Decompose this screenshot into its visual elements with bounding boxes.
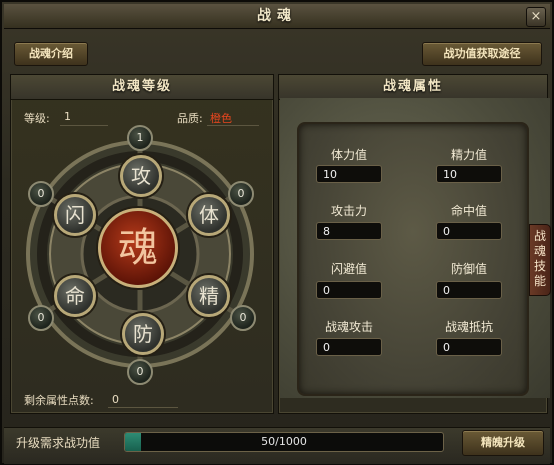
remaining-points-label: 剩余属性点数: <box>24 394 94 407</box>
merit-progress-text: 50/1000 <box>261 435 307 448</box>
attr-spirit-resist-label: 战魂抵抗 <box>444 320 493 334</box>
attr-stamina-label: 体力值 <box>330 148 367 162</box>
quality-label: 品质: <box>177 112 203 125</box>
attr-energy-value: 10 <box>436 165 502 183</box>
orb-defense[interactable]: 防 <box>122 313 164 355</box>
orb-attack[interactable]: 攻 <box>120 155 162 197</box>
level-label: 等级: <box>24 112 50 125</box>
spirit-window: 战魂 × 战魂介绍 战功值获取途径 战魂等级 等级: 1 品质: 橙色 魂 攻 … <box>0 0 554 465</box>
count-dodge: 0 <box>28 181 54 207</box>
attr-attack-value: 8 <box>316 222 382 240</box>
upgrade-requirement-label: 升级需求战功值 <box>16 436 101 450</box>
window-title: 战魂 <box>257 8 297 24</box>
merit-progress-bar: 50/1000 <box>124 432 444 452</box>
spirit-intro-button[interactable]: 战魂介绍 <box>14 42 88 66</box>
orb-stamina[interactable]: 体 <box>188 194 230 236</box>
level-value: 1 <box>64 110 71 123</box>
remaining-points-value: 0 <box>112 393 119 406</box>
attr-spirit-attack-label: 战魂攻击 <box>324 320 373 334</box>
attr-defense-label: 防御值 <box>450 262 487 276</box>
attr-hit-value: 0 <box>436 222 502 240</box>
count-defense: 0 <box>127 359 153 385</box>
orb-energy[interactable]: 精 <box>188 275 230 317</box>
attr-stamina-value: 10 <box>316 165 382 183</box>
spirit-core-orb: 魂 <box>98 208 178 288</box>
close-button[interactable]: × <box>526 7 546 27</box>
count-hit: 0 <box>28 305 54 331</box>
upgrade-button[interactable]: 精魄升级 <box>462 430 544 456</box>
window-titlebar: 战魂 × <box>4 4 550 29</box>
merit-source-button[interactable]: 战功值获取途径 <box>422 42 542 66</box>
count-stamina: 0 <box>228 181 254 207</box>
attr-dodge-label: 闪避值 <box>330 262 367 276</box>
attr-spirit-attack-value: 0 <box>316 338 382 356</box>
count-energy: 0 <box>230 305 256 331</box>
attr-spirit-resist-value: 0 <box>436 338 502 356</box>
attribute-panel-title: 战魂属性 <box>279 75 547 100</box>
attr-energy-label: 精力值 <box>450 148 487 162</box>
attr-dodge-value: 0 <box>316 281 382 299</box>
quality-value: 橙色 <box>210 112 232 125</box>
attr-defense-value: 0 <box>436 281 502 299</box>
remaining-underline <box>108 407 178 408</box>
orb-dodge[interactable]: 闪 <box>54 194 96 236</box>
spirit-skill-tab[interactable]: 战魂技能 <box>529 224 551 296</box>
attr-hit-label: 命中值 <box>450 204 487 218</box>
level-panel-title: 战魂等级 <box>11 75 273 100</box>
attr-attack-label: 攻击力 <box>330 204 367 218</box>
orb-hit[interactable]: 命 <box>54 275 96 317</box>
count-attack: 1 <box>127 125 153 151</box>
